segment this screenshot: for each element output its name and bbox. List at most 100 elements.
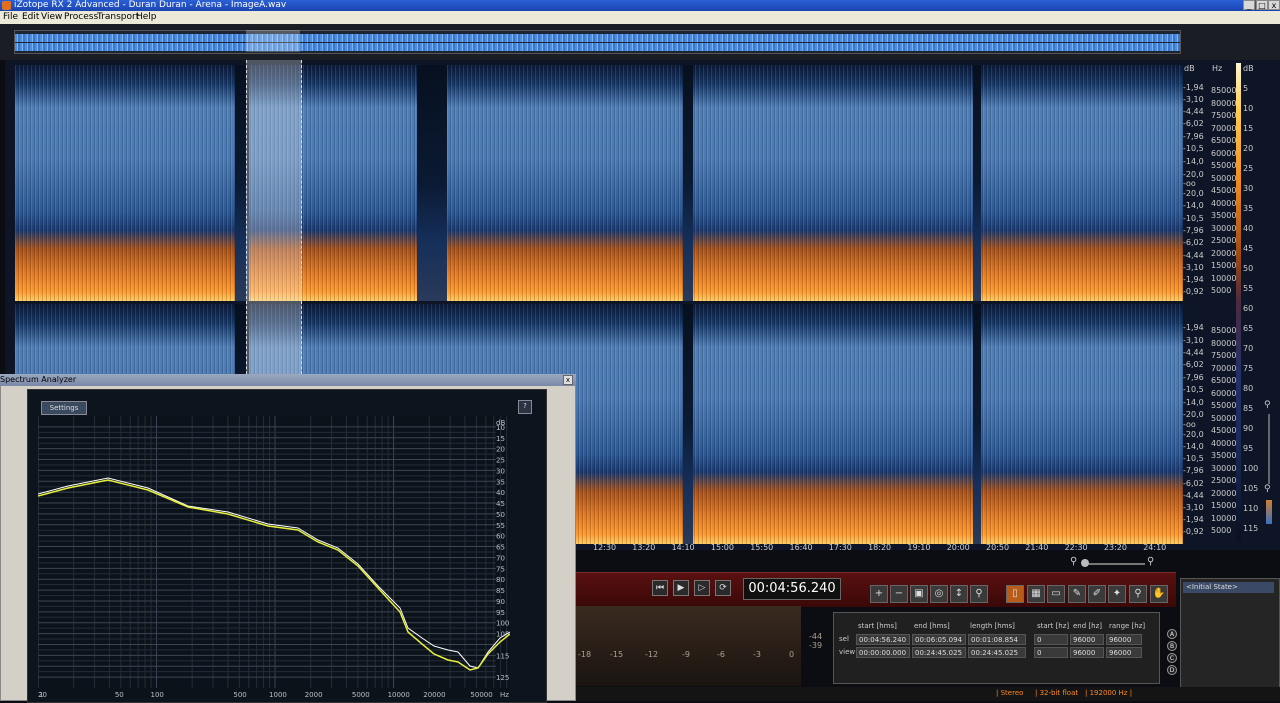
overview-selection[interactable] [246,30,300,52]
overview-right-channel [15,43,1180,51]
menu-help[interactable]: Help [136,11,157,24]
frequency-select-icon[interactable]: ▭ [1047,585,1065,603]
selection-value-field[interactable]: 0 [1034,647,1068,658]
minimize-button[interactable]: _ [1243,0,1255,10]
magnify-tool-icon[interactable]: ⚲ [1129,585,1147,603]
spectrogram-left-channel[interactable] [15,65,1183,301]
spectrum-db-tick: 55 [496,522,505,530]
lasso-tool-icon[interactable]: ✎ [1068,585,1086,603]
zoom-out-icon[interactable]: ⚲ [1070,556,1077,567]
horizontal-zoom-slider[interactable]: ⚲ ⚲ [1070,556,1155,570]
play-button[interactable]: ▶ [673,580,689,596]
selection-value-field[interactable]: 00:06:05.094 [912,634,966,645]
db-scale-label: -1,94 [1183,83,1204,92]
menu-view[interactable]: View [41,11,62,24]
level-meter-panel: -44 -39 -18 -15 -12 -9 -6 -3 0 [576,606,822,686]
status-channels: | Stereo [996,689,1024,697]
slot-c-button[interactable]: C [1167,653,1177,663]
zoom-in-tool-icon[interactable]: + [870,585,888,603]
hz-scale-label: 75000 [1211,111,1237,120]
spectrum-settings-button[interactable]: Settings [41,401,87,415]
vertical-zoom-handle[interactable] [1266,500,1272,524]
selection-value-field[interactable]: 96000 [1106,647,1142,658]
time-select-tool-icon[interactable]: ▯ [1006,585,1024,603]
color-scale-label: 5 [1243,84,1249,93]
hz-scale-label: 65000 [1211,136,1237,145]
zoom-vertical-icon[interactable]: ↕ [950,585,968,603]
spectrum-db-tick: 115 [496,652,509,660]
db-scale-label: -10,5 [1183,385,1204,394]
hand-tool-icon[interactable]: ✋ [1150,585,1168,603]
zoom-fit-icon[interactable]: ◎ [930,585,948,603]
spectrum-db-tick: 30 [496,467,505,475]
db-scale-label: -20,0 [1183,410,1204,419]
overview-left-channel [15,34,1180,42]
magic-wand-icon[interactable]: ✦ [1108,585,1126,603]
zoom-in-icon[interactable]: ⚲ [1147,556,1154,567]
maximize-button[interactable]: □ [1256,0,1268,10]
selection-value-field[interactable]: 96000 [1070,634,1104,645]
hz-scale-label: 25000 [1211,476,1237,485]
selection-header: end [hz] [1073,622,1102,630]
hz-scale-label: 5000 [1211,526,1232,535]
zoom-icon[interactable]: ⚲ [1264,400,1271,410]
spectrum-hz-tick: 2000 [305,691,323,698]
vertical-scroll-controls[interactable]: ⚲ ⚲ [1262,400,1276,550]
selection-value-field[interactable]: 0 [1034,634,1068,645]
zoom-tool-icon[interactable]: ⚲ [970,585,988,603]
db-scale-label: -1,94 [1183,323,1204,332]
selection-row-label: sel [839,635,849,643]
spectrum-db-tick: 85 [496,587,505,595]
meter-label: -9 [682,650,690,659]
rewind-button[interactable]: ⏮ [652,580,668,596]
time-axis-label: 13:20 [632,543,656,552]
spectrum-hz-tick: 5000 [352,691,370,698]
spectrum-analyzer-close-button[interactable]: x [563,375,573,385]
loop-button[interactable]: ⟳ [715,580,731,596]
hz-scale-label: 75000 [1211,351,1237,360]
slot-d-button[interactable]: D [1167,665,1177,675]
selection-value-field[interactable]: 00:24:45.025 [968,647,1026,658]
brush-tool-icon[interactable]: ✐ [1088,585,1106,603]
db-scale-label: -6,02 [1183,360,1204,369]
selection-value-field[interactable]: 00:24:45.025 [912,647,966,658]
menu-transport[interactable]: Transport [97,11,139,24]
zoom-slider-handle[interactable] [1081,559,1089,567]
selection-value-field[interactable]: 00:04:56.240 [856,634,910,645]
spectrum-db-tick: 95 [496,609,505,617]
selection-header: length [hms] [970,622,1015,630]
time-frequency-select-icon[interactable]: ▦ [1027,585,1045,603]
selection-value-field[interactable]: 96000 [1070,647,1104,658]
spectrum-hz-tick: 20000 [423,691,445,698]
menu-process[interactable]: Process [64,11,98,24]
spectrum-hz-tick: 100 [151,691,164,698]
color-scale-label: 35 [1243,204,1254,213]
hz-scale-label: 30000 [1211,223,1237,233]
selection-value-field[interactable]: 00:00:00.000 [856,647,910,658]
spectrum-hz-tick: 50 [115,691,124,698]
menu-file[interactable]: File [3,11,18,24]
play-selection-button[interactable]: ▷ [694,580,710,596]
selection-value-field[interactable]: 00:01:08.854 [968,634,1026,645]
time-axis-label: 21:40 [1025,543,1049,552]
spectrum-analyzer-title[interactable]: Spectrum Analyzer [0,374,576,386]
spectrum-help-button[interactable]: ? [518,400,532,414]
slot-a-button[interactable]: A [1167,629,1177,639]
db-scale-label: -14,0 [1183,398,1204,407]
hz-scale-label: 80000 [1211,98,1237,108]
menu-edit[interactable]: Edit [22,11,39,24]
time-axis-label: 24:10 [1143,543,1167,552]
close-button[interactable]: x [1268,0,1280,10]
history-item[interactable]: <Initial State> [1183,582,1274,593]
waveform-overview[interactable] [14,30,1181,54]
db-scale-label: -10,5 [1183,214,1204,223]
hz-scale-label: 30000 [1211,463,1237,473]
color-scale-label: 10 [1243,104,1254,113]
zoom-out-tool-icon[interactable]: − [890,585,908,603]
db-scale-label: -20,0 [1183,170,1204,179]
slot-b-button[interactable]: B [1167,641,1177,651]
zoom-selection-icon[interactable]: ▣ [910,585,928,603]
zoom-icon[interactable]: ⚲ [1264,484,1271,494]
db-scale-label: -0,92 [1183,527,1204,536]
selection-value-field[interactable]: 96000 [1106,634,1142,645]
